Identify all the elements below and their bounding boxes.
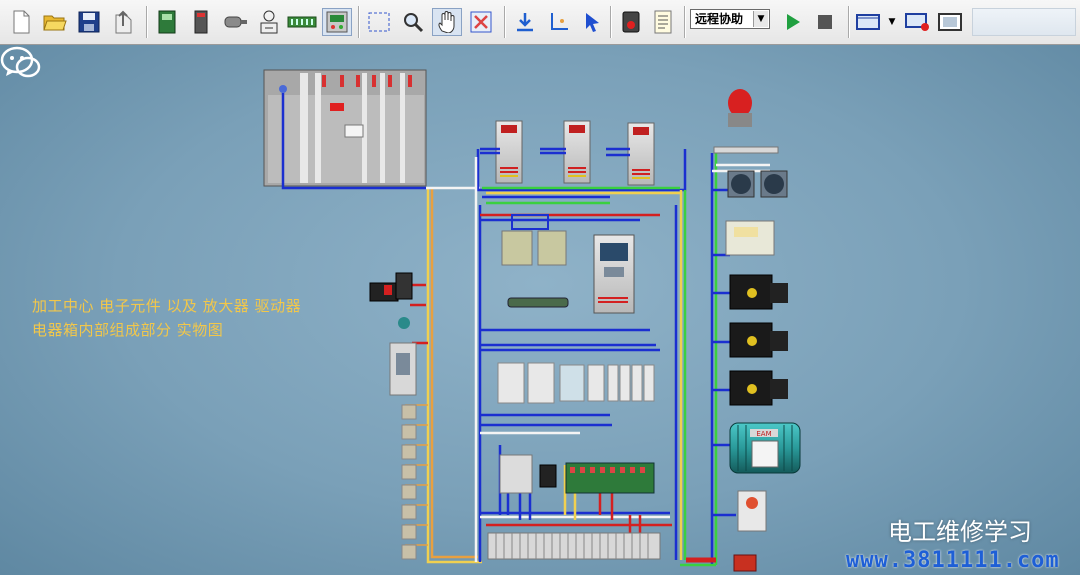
servo-drive-button[interactable] xyxy=(188,8,214,36)
list-document-icon xyxy=(654,10,672,34)
zoom-icon xyxy=(404,13,424,33)
record-device-icon xyxy=(622,11,640,33)
film-button[interactable] xyxy=(854,8,882,36)
plc-module-button[interactable] xyxy=(154,8,180,36)
plc-module-icon xyxy=(158,10,176,34)
download-icon xyxy=(517,13,533,32)
pan-button[interactable] xyxy=(432,8,462,36)
lubrication-pump xyxy=(725,220,775,256)
play-icon xyxy=(787,14,800,30)
run-button[interactable] xyxy=(780,8,806,36)
new-file-button[interactable] xyxy=(8,8,34,36)
transformer-button[interactable] xyxy=(256,8,282,36)
pressure-switch xyxy=(389,317,417,396)
spindle-motor: EAM xyxy=(729,422,801,474)
schematic-canvas[interactable]: EAM 加工中心 电子元件 以及 放大器 驱动器 电器箱内部组成部分 实物图 电… xyxy=(0,45,1080,575)
servo-amplifiers xyxy=(495,120,655,186)
transformer-icon xyxy=(260,10,278,34)
toolbar: 远程协助 ▼ ▼ xyxy=(0,0,1080,45)
remote-assist-label: 远程协助 xyxy=(695,12,744,26)
fit-view-icon xyxy=(470,11,492,33)
film-record-icon xyxy=(905,13,929,31)
zoom-button[interactable] xyxy=(400,8,426,36)
motor-button[interactable] xyxy=(222,8,248,36)
save-button[interactable] xyxy=(76,8,102,36)
film-frame-icon xyxy=(856,14,880,30)
braking-resistor xyxy=(507,297,569,308)
film-strip-button[interactable] xyxy=(936,8,964,36)
export-button[interactable] xyxy=(110,8,136,36)
chevron-down-icon: ▼ xyxy=(888,17,896,27)
select-rect-icon xyxy=(368,12,390,32)
watermark-name: 电工维修学习 xyxy=(888,518,1032,546)
select-rect-button[interactable] xyxy=(366,8,392,36)
remote-assist-dropdown[interactable]: 远程协助 ▼ xyxy=(690,9,770,29)
toolbar-empty-field xyxy=(972,8,1076,36)
pointer-arrow-icon xyxy=(586,13,599,32)
pan-hand-icon xyxy=(438,11,455,33)
servo-drive-icon xyxy=(194,10,208,34)
terminal-strip xyxy=(487,532,661,560)
stop-icon xyxy=(818,15,832,29)
open-folder-button[interactable] xyxy=(42,8,68,36)
open-folder-icon xyxy=(43,15,67,31)
export-icon xyxy=(115,10,132,34)
film-record-button[interactable] xyxy=(904,8,932,36)
download-button[interactable] xyxy=(512,8,538,36)
film-dropdown-button[interactable]: ▼ xyxy=(884,8,900,36)
record-button[interactable] xyxy=(618,8,644,36)
wechat-icon xyxy=(0,46,41,78)
panel-icon xyxy=(326,11,348,33)
inverter xyxy=(593,234,635,314)
terminal-block-button[interactable] xyxy=(286,8,318,36)
axis-icon xyxy=(551,13,568,30)
terminal-connectors-left xyxy=(401,404,417,560)
circuit-breakers xyxy=(497,362,655,404)
power-supplies xyxy=(501,214,567,266)
cooling-fans xyxy=(727,170,788,198)
list-button[interactable] xyxy=(650,8,676,36)
light-bar xyxy=(713,146,779,154)
encoder-unit xyxy=(733,490,767,572)
alarm-light xyxy=(728,89,752,127)
film-strip-icon xyxy=(938,13,962,31)
save-icon xyxy=(78,11,100,33)
panel-button[interactable] xyxy=(322,8,352,36)
pointer-button[interactable] xyxy=(580,8,606,36)
plc-rack xyxy=(263,69,427,187)
caption-line-2: 电器箱内部组成部分 实物图 xyxy=(32,321,224,339)
new-file-icon xyxy=(13,10,30,34)
solenoid-valve xyxy=(369,272,413,302)
watermark-url: www.3811111.com xyxy=(846,548,1060,573)
terminal-block-icon xyxy=(287,16,317,28)
caption-line-1: 加工中心 电子元件 以及 放大器 驱动器 xyxy=(32,297,302,315)
motor-nameplate: EAM xyxy=(756,430,771,438)
contactors xyxy=(499,454,655,494)
fit-button[interactable] xyxy=(466,8,496,36)
motor-icon xyxy=(224,16,247,28)
axis-button[interactable] xyxy=(546,8,572,36)
stop-button[interactable] xyxy=(812,8,838,36)
servo-motors xyxy=(729,274,788,406)
chevron-down-icon: ▼ xyxy=(753,11,768,27)
